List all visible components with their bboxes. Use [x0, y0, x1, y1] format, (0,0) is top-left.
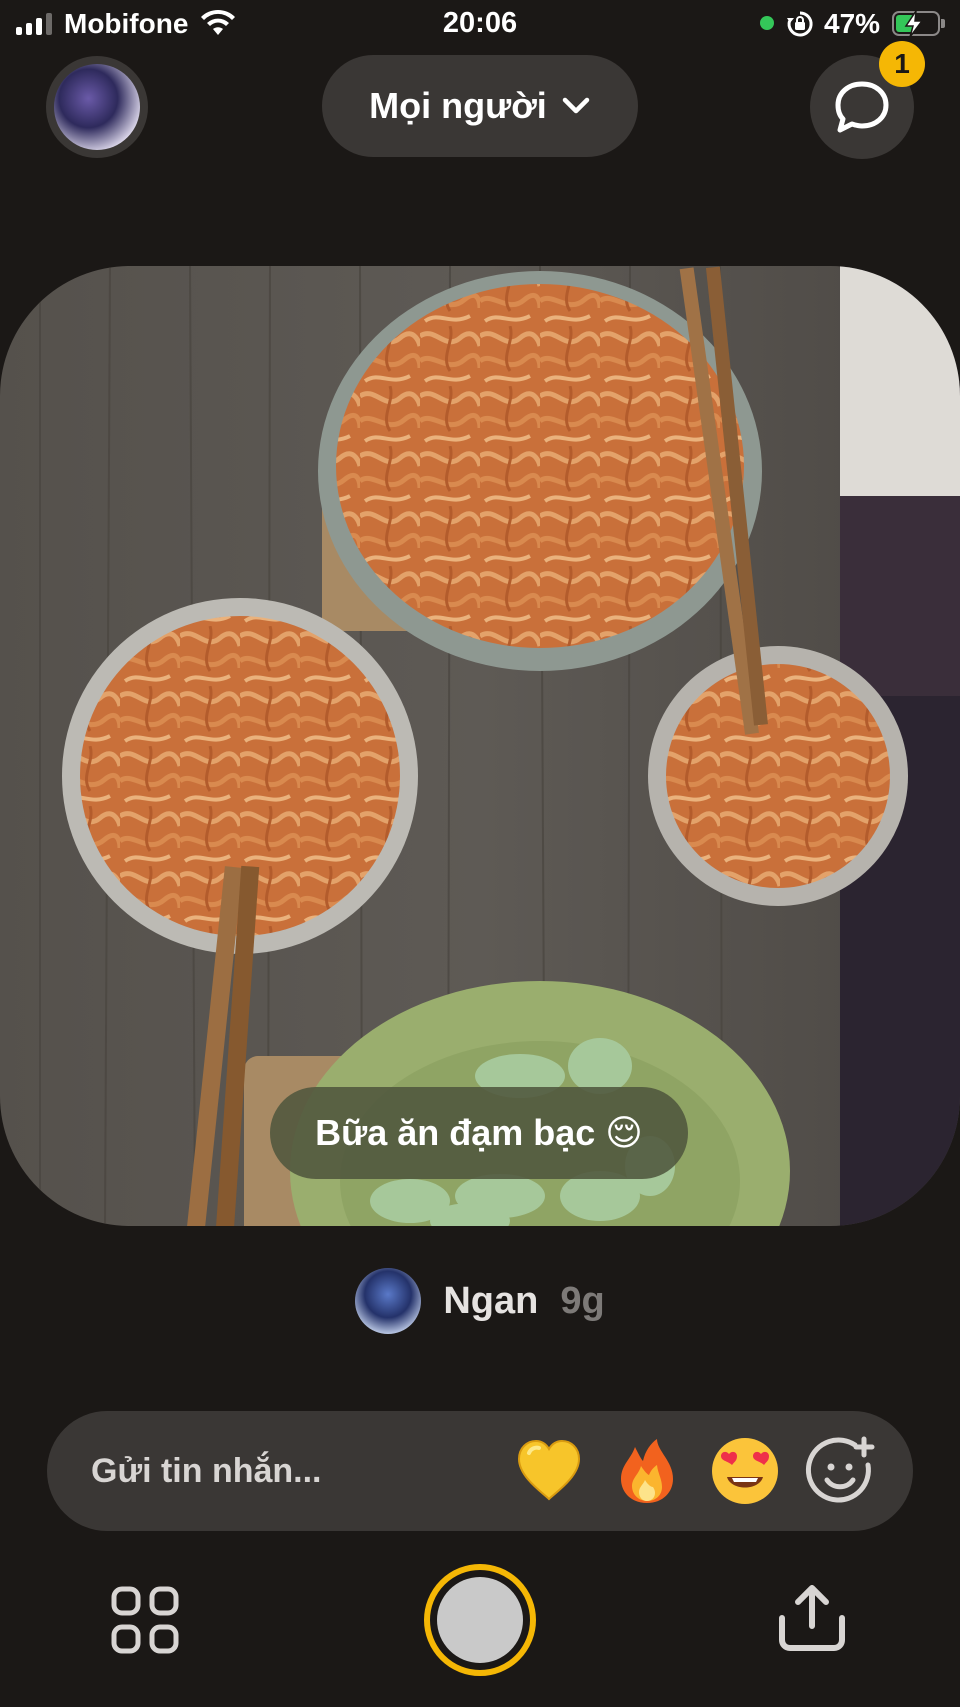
share-icon[interactable]: [776, 1582, 848, 1654]
heart-eyes-reaction[interactable]: [709, 1435, 781, 1507]
battery-charging-icon: [892, 11, 945, 37]
fire-reaction[interactable]: [611, 1435, 683, 1507]
profile-avatar-button[interactable]: [46, 56, 148, 158]
chevron-down-icon: [562, 97, 590, 114]
post-author[interactable]: Ngan 9g: [0, 1266, 960, 1336]
chat-badge: 1: [879, 41, 925, 87]
rotation-lock-icon: [787, 11, 813, 37]
message-bar: Gửi tin nhắn...: [47, 1411, 913, 1531]
status-bar: Mobifone 20:06 47%: [0, 0, 960, 48]
author-name[interactable]: Ngan: [443, 1280, 538, 1323]
audience-label: Mọi người: [369, 85, 547, 126]
yellow-heart-reaction[interactable]: [513, 1435, 585, 1507]
shutter-button[interactable]: [424, 1564, 536, 1676]
shutter-inner: [437, 1577, 523, 1663]
smiley-plus-icon[interactable]: [805, 1435, 877, 1507]
chat-bubble-icon: [835, 81, 889, 133]
battery-percent: 47%: [824, 8, 881, 39]
clock: 20:06: [442, 7, 518, 39]
post-caption: Bữa ăn đạm bạc 😌: [270, 1087, 688, 1179]
post-photo[interactable]: [0, 266, 960, 1226]
author-avatar[interactable]: [355, 1268, 422, 1334]
camera-in-use-dot: [760, 16, 774, 30]
grid-icon[interactable]: [110, 1585, 180, 1655]
post-time: 9g: [560, 1279, 605, 1322]
avatar: [54, 64, 140, 150]
message-input[interactable]: Gửi tin nhắn...: [91, 1411, 322, 1531]
audience-selector[interactable]: Mọi người: [322, 55, 638, 157]
